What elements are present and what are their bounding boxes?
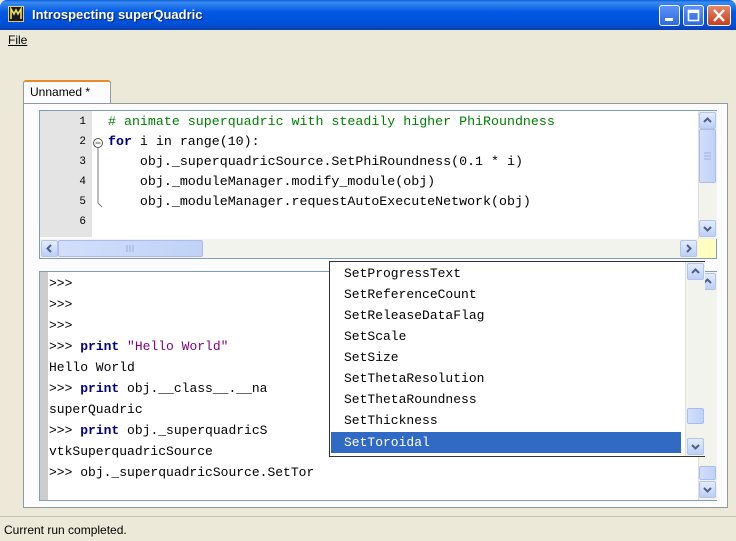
autocomplete-item[interactable]: SetReferenceCount	[331, 284, 681, 305]
console-line: >>>	[49, 318, 72, 333]
app-logo-icon	[8, 6, 24, 22]
status-bar: Current run completed.	[0, 516, 736, 541]
line-number: 6	[79, 216, 86, 228]
autocomplete-item[interactable]: SetThickness	[331, 410, 681, 431]
console-line: >>> print "Hello World"	[49, 339, 228, 354]
tab-unnamed[interactable]: Unnamed *	[23, 80, 111, 104]
autocomplete-scroll-down-button[interactable]	[687, 438, 704, 455]
print-keyword: print	[80, 339, 120, 354]
autocomplete-item-selected[interactable]: SetToroidal	[331, 432, 681, 453]
scroll-thumb[interactable]	[699, 129, 716, 183]
print-keyword: print	[80, 381, 120, 396]
console-prompt: >>>	[49, 381, 81, 396]
console-output: superQuadric	[49, 402, 143, 417]
console-line: vtkSuperquadricSource	[49, 444, 213, 459]
autocomplete-item[interactable]: SetThetaResolution	[331, 368, 681, 389]
scroll-up-button[interactable]	[699, 112, 716, 129]
autocomplete-item[interactable]: SetSize	[331, 347, 681, 368]
autocomplete-item[interactable]: SetProgressText	[331, 263, 681, 284]
console-line: Hello World	[49, 360, 135, 375]
editor-horizontal-scrollbar[interactable]	[40, 239, 698, 258]
console-prompt: >>>	[49, 465, 81, 480]
console-prompt: >>>	[49, 339, 81, 354]
autocomplete-scroll-thumb[interactable]	[687, 408, 704, 424]
autocomplete-popup[interactable]: SetProgressText SetReferenceCount SetRel…	[329, 261, 705, 457]
console-prompt: >>>	[49, 276, 73, 291]
code-line-3: obj._superquadricSource.SetPhiRoundness(…	[108, 154, 523, 169]
status-text: Current run completed.	[4, 523, 127, 537]
scroll-left-button[interactable]	[41, 240, 58, 257]
print-keyword: print	[80, 423, 120, 438]
menu-bar: File	[0, 30, 736, 50]
console-prompt: >>>	[49, 297, 73, 312]
code-line-2: for i in range(10):	[108, 134, 260, 149]
console-prompt: >>>	[49, 318, 73, 333]
line-number: 1	[79, 116, 86, 128]
code-line-5: obj._moduleManager.requestAutoExecuteNet…	[108, 194, 531, 209]
scrollbar-corner	[698, 239, 716, 258]
console-scroll-down-button[interactable]	[699, 481, 716, 498]
line-number: 3	[79, 156, 86, 168]
scroll-right-button[interactable]	[680, 240, 697, 257]
scroll-thumb-horizontal[interactable]	[58, 240, 203, 257]
fold-margin	[92, 111, 104, 237]
line-number: 4	[79, 176, 86, 188]
maximize-button[interactable]	[683, 5, 704, 26]
code-editor[interactable]: 1 2 3 4 5 6 # animate superquadric with …	[39, 110, 717, 259]
console-text: obj.__class__.__na	[119, 381, 268, 396]
close-button[interactable]	[707, 5, 731, 26]
console-input[interactable]: obj._superquadricSource.SetTor	[80, 465, 314, 480]
editor-vertical-scrollbar[interactable]	[698, 111, 717, 239]
console-line: >>> obj._superquadricSource.SetTor	[49, 465, 314, 480]
menu-file-label: File	[8, 33, 28, 47]
console-text: obj._superquadricS	[119, 423, 268, 438]
code-line-2-rest: i in range(10):	[131, 134, 260, 149]
console-prompt: >>>	[49, 423, 81, 438]
string-literal: "Hello World"	[127, 339, 229, 354]
autocomplete-item[interactable]: SetReleaseDataFlag	[331, 305, 681, 326]
autocomplete-scrollbar[interactable]	[685, 262, 705, 456]
console-output: vtkSuperquadricSource	[49, 444, 213, 459]
code-line-1: # animate superquadric with steadily hig…	[108, 114, 555, 129]
console-line: >>>	[49, 276, 72, 291]
line-number: 2	[79, 136, 86, 148]
title-bar[interactable]: Introspecting superQuadric	[0, 0, 736, 30]
keyword-for: for	[108, 134, 132, 149]
console-line: >>> print obj.__class__.__na	[49, 381, 267, 396]
console-gutter	[40, 272, 48, 500]
autocomplete-item[interactable]: SetThetaRoundness	[331, 389, 681, 410]
console-line: superQuadric	[49, 402, 143, 417]
console-output: Hello World	[49, 360, 135, 375]
minimize-button[interactable]	[659, 5, 680, 26]
autocomplete-scroll-up-button[interactable]	[687, 263, 704, 280]
console-line: >>> print obj._superquadricS	[49, 423, 267, 438]
line-number: 5	[79, 196, 86, 208]
scroll-down-button[interactable]	[699, 220, 716, 237]
menu-file[interactable]: File	[8, 33, 27, 47]
code-line-4: obj._moduleManager.modify_module(obj)	[108, 174, 436, 189]
window-title: Introspecting superQuadric	[32, 7, 203, 22]
console-scroll-thumb[interactable]	[699, 466, 716, 480]
console-line: >>>	[49, 297, 72, 312]
line-number-gutter: 1 2 3 4 5 6	[40, 111, 92, 237]
autocomplete-item[interactable]: SetScale	[331, 326, 681, 347]
